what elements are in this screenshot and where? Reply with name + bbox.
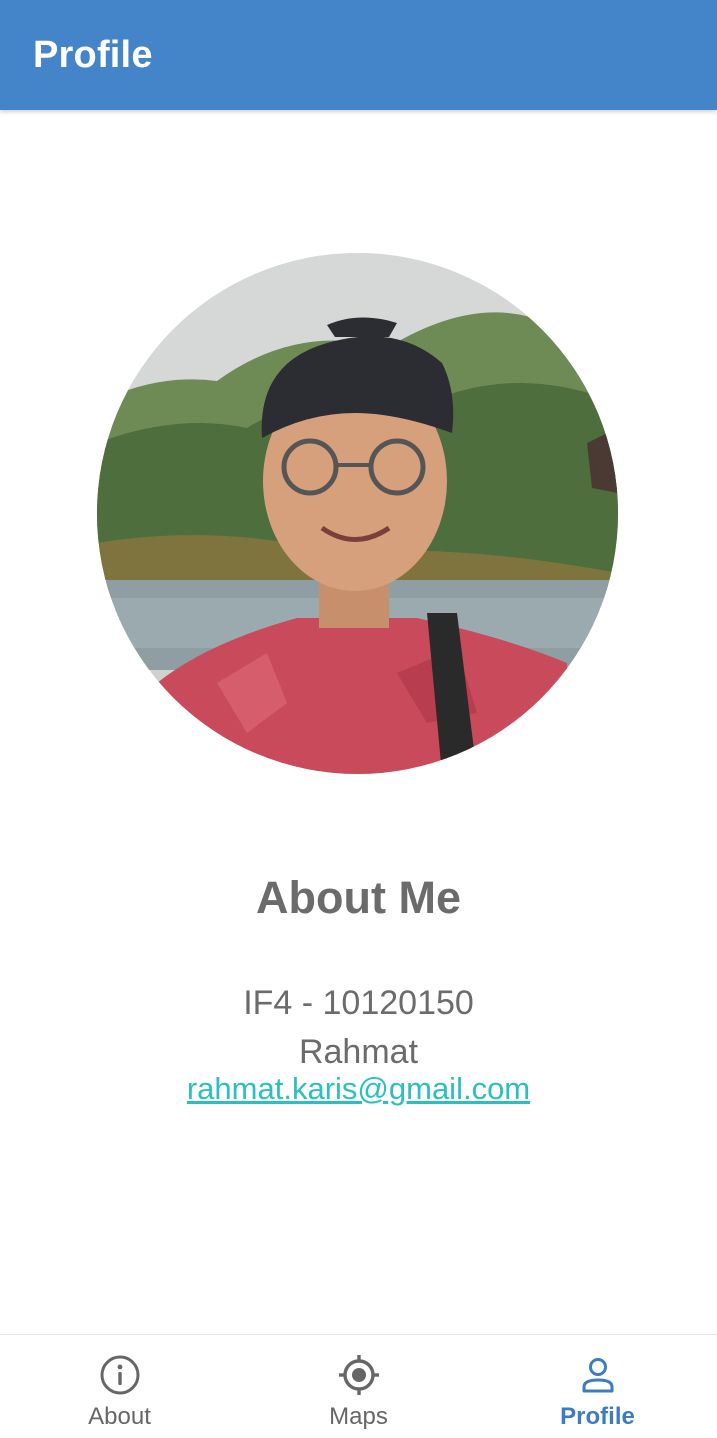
nav-item-maps[interactable]: Maps [239, 1335, 478, 1438]
nav-item-profile[interactable]: Profile [478, 1335, 717, 1438]
nav-item-about[interactable]: About [0, 1335, 239, 1438]
page-title: Profile [33, 33, 153, 76]
nav-label-about: About [88, 1403, 151, 1430]
about-me-heading: About Me [256, 872, 461, 923]
location-target-icon [338, 1355, 379, 1395]
nav-label-profile: Profile [560, 1403, 635, 1430]
info-icon [100, 1355, 139, 1395]
profile-name: Rahmat [298, 1033, 419, 1071]
bottom-navigation: About Maps Profile [0, 1334, 717, 1438]
student-id: IF4 - 10120150 [243, 984, 474, 1022]
person-icon [582, 1358, 613, 1393]
nav-label-maps: Maps [329, 1403, 388, 1430]
profile-photo [97, 253, 618, 774]
email-link[interactable]: rahmat.karis@gmail.com [0, 1071, 717, 1107]
app-bar: Profile [0, 0, 717, 110]
app-screen: Profile About Me IF4 - 10120150 Rahmat r… [0, 0, 717, 1438]
